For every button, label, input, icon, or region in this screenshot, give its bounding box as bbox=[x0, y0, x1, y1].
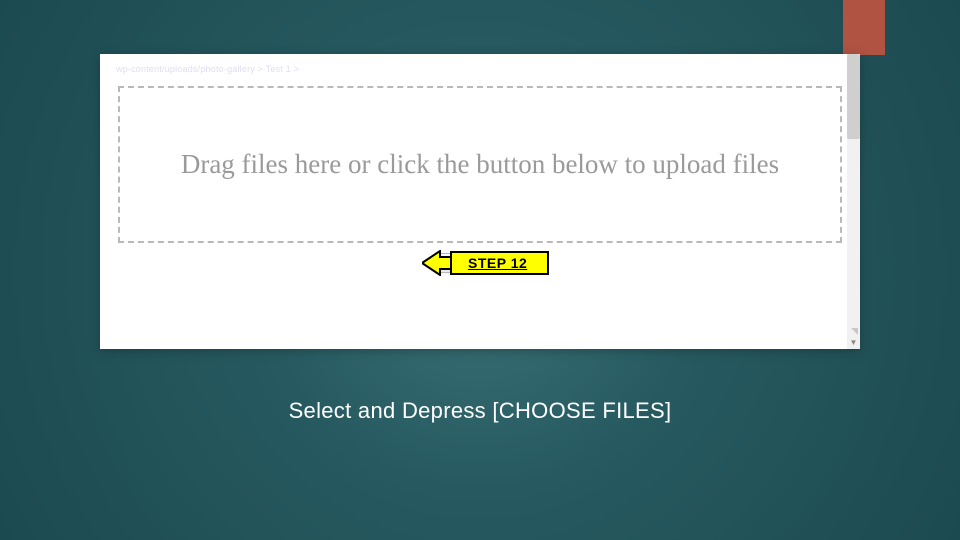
scroll-down-icon[interactable]: ▼ bbox=[847, 336, 860, 349]
slide: wp-content/uploads/photo-gallery > Test … bbox=[0, 0, 960, 540]
step-callout: STEP 12 bbox=[422, 250, 549, 276]
accent-bar bbox=[843, 0, 885, 55]
scrollbar-track[interactable]: ▲ ▼ bbox=[847, 54, 860, 349]
dropzone[interactable]: Drag files here or click the button belo… bbox=[118, 86, 842, 243]
scrollbar-thumb[interactable] bbox=[847, 54, 860, 139]
slide-instruction: Select and Depress [CHOOSE FILES] bbox=[0, 398, 960, 424]
upload-panel: wp-content/uploads/photo-gallery > Test … bbox=[100, 54, 860, 349]
breadcrumb: wp-content/uploads/photo-gallery > Test … bbox=[116, 64, 299, 74]
dropzone-text: Drag files here or click the button belo… bbox=[161, 148, 799, 182]
step-label: STEP 12 bbox=[450, 251, 549, 275]
resize-grip-icon bbox=[851, 328, 858, 335]
arrow-left-icon bbox=[422, 250, 452, 276]
